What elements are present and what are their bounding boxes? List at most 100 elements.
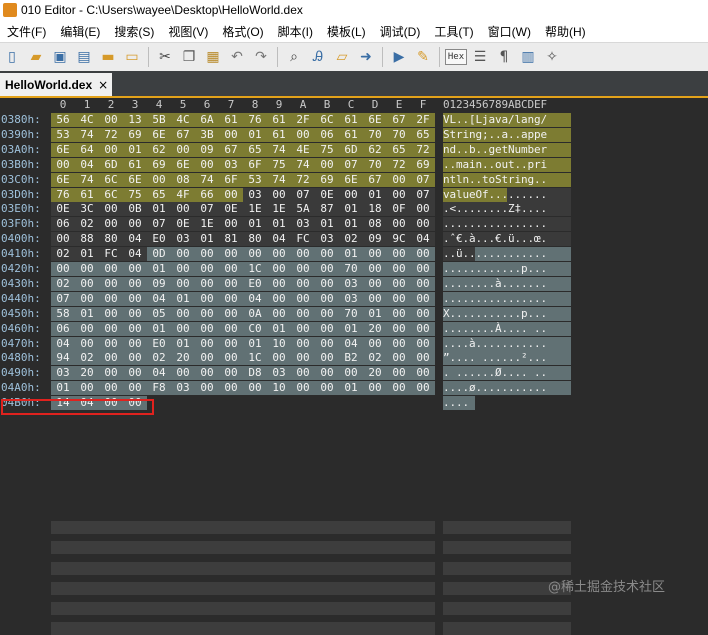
hex-byte[interactable]: 02	[147, 351, 171, 366]
hex-byte[interactable]: 00	[315, 262, 339, 276]
hex-byte[interactable]: 01	[147, 321, 171, 336]
hex-byte[interactable]: 00	[99, 142, 123, 157]
hex-byte[interactable]: 07	[339, 157, 363, 172]
hex-byte[interactable]: 00	[291, 127, 315, 142]
hex-byte[interactable]: 00	[291, 381, 315, 396]
hex-byte[interactable]: 00	[171, 247, 195, 262]
hex-byte[interactable]: 13	[123, 113, 147, 127]
hex-byte[interactable]: 4F	[171, 187, 195, 202]
folder-icon[interactable]: ▬	[97, 46, 119, 68]
hex-byte[interactable]: 01	[363, 187, 387, 202]
ascii-text[interactable]: ..main..out..pri	[443, 157, 571, 172]
hex-byte[interactable]: 01	[243, 127, 267, 142]
hex-byte[interactable]: 00	[99, 306, 123, 321]
hex-byte[interactable]: 02	[363, 351, 387, 366]
hex-byte[interactable]: FC	[291, 232, 315, 247]
hex-byte[interactable]: 00	[363, 336, 387, 351]
hex-byte[interactable]: 88	[75, 232, 99, 247]
hex-byte[interactable]: 00	[51, 262, 75, 276]
hex-byte[interactable]: 00	[195, 157, 219, 172]
hex-byte[interactable]: 00	[75, 291, 99, 306]
menu-help[interactable]: 帮助(H)	[538, 23, 593, 40]
hex-byte[interactable]: 01	[339, 381, 363, 396]
hex-byte[interactable]: 08	[363, 217, 387, 232]
ascii-text[interactable]: ........À.... ..	[443, 321, 571, 336]
hex-byte[interactable]: 00	[363, 381, 387, 396]
replace-icon[interactable]: Ꭿ	[307, 46, 329, 68]
hex-byte[interactable]: 07	[195, 202, 219, 217]
menu-file[interactable]: 文件(F)	[0, 23, 53, 40]
ascii-text[interactable]: ....ø...........	[443, 381, 571, 396]
hex-byte[interactable]: 00	[123, 217, 147, 232]
hex-byte[interactable]: 74	[267, 172, 291, 187]
hex-byte[interactable]: 01	[171, 291, 195, 306]
ascii-text[interactable]: . ......Ø.... ..	[443, 366, 571, 381]
copy-icon[interactable]: ❐	[178, 46, 200, 68]
hex-byte[interactable]: 00	[219, 291, 243, 306]
hex-byte[interactable]: 00	[195, 336, 219, 351]
text-ruler-icon[interactable]: ☰	[469, 46, 491, 68]
hex-byte[interactable]: 4C	[171, 113, 195, 127]
hex-byte[interactable]: 0E	[315, 187, 339, 202]
hex-byte[interactable]: 72	[411, 142, 435, 157]
hex-byte[interactable]: 02	[339, 232, 363, 247]
hex-byte[interactable]: 03	[315, 232, 339, 247]
hex-byte[interactable]: 75	[315, 142, 339, 157]
hex-byte[interactable]: 00	[363, 276, 387, 291]
hex-byte[interactable]: 1C	[243, 262, 267, 276]
ascii-text[interactable]: ntln..toString..	[443, 172, 571, 187]
hex-byte[interactable]: 01	[123, 142, 147, 157]
ascii-text[interactable]: ................	[443, 217, 571, 232]
hex-byte[interactable]: 74	[291, 157, 315, 172]
hex-byte[interactable]: 6E	[339, 172, 363, 187]
hex-byte[interactable]: 00	[267, 351, 291, 366]
hex-byte[interactable]: 00	[387, 306, 411, 321]
hex-byte[interactable]: 01	[267, 217, 291, 232]
hex-byte[interactable]: 76	[51, 187, 75, 202]
hex-byte[interactable]: 03	[291, 217, 315, 232]
hex-byte[interactable]: 00	[267, 262, 291, 276]
menu-edit[interactable]: 编辑(E)	[53, 23, 107, 40]
hex-byte[interactable]: 00	[99, 202, 123, 217]
hex-byte[interactable]: 02	[51, 247, 75, 262]
ascii-text[interactable]: valueOf.........	[443, 187, 571, 202]
hex-byte[interactable]: 00	[99, 113, 123, 127]
hex-byte[interactable]: 00	[123, 276, 147, 291]
hex-byte[interactable]: 00	[411, 217, 435, 232]
hex-byte[interactable]: 01	[339, 321, 363, 336]
hex-byte[interactable]: 00	[315, 381, 339, 396]
hex-byte[interactable]: 5B	[147, 113, 171, 127]
hex-byte[interactable]: 72	[291, 172, 315, 187]
hex-byte[interactable]: 01	[339, 217, 363, 232]
hex-byte[interactable]: 00	[123, 336, 147, 351]
hex-byte[interactable]: 00	[411, 291, 435, 306]
hex-byte[interactable]: 67	[363, 172, 387, 187]
hex-byte[interactable]: 00	[315, 306, 339, 321]
hex-byte[interactable]: 00	[147, 172, 171, 187]
run-script-icon[interactable]: ▶	[388, 46, 410, 68]
hex-byte[interactable]: 9C	[387, 232, 411, 247]
multi-folder-icon[interactable]: ▭	[121, 46, 143, 68]
hex-byte[interactable]: 0E	[51, 202, 75, 217]
hex-byte[interactable]: 56	[51, 113, 75, 127]
hex-byte[interactable]: 00	[171, 142, 195, 157]
hex-byte[interactable]: 00	[99, 336, 123, 351]
ascii-text[interactable]: String;..a..appe	[443, 127, 571, 142]
hex-byte[interactable]: 04	[75, 157, 99, 172]
hex-byte[interactable]: 6F	[243, 157, 267, 172]
hex-byte[interactable]: 1E	[243, 202, 267, 217]
hex-byte[interactable]: 00	[219, 276, 243, 291]
hex-byte[interactable]: 00	[387, 247, 411, 262]
hex-byte[interactable]: FC	[99, 247, 123, 262]
hex-byte[interactable]: 00	[387, 172, 411, 187]
hex-byte[interactable]: 00	[315, 291, 339, 306]
hex-byte[interactable]: 87	[315, 202, 339, 217]
hex-byte[interactable]: 07	[291, 187, 315, 202]
hex-byte[interactable]: 01	[243, 336, 267, 351]
menu-tools[interactable]: 工具(T)	[427, 23, 480, 40]
hex-byte[interactable]: 18	[363, 202, 387, 217]
hex-byte[interactable]: 01	[363, 306, 387, 321]
hex-byte[interactable]: 94	[51, 351, 75, 366]
hex-byte[interactable]: 00	[387, 262, 411, 276]
goto-icon[interactable]: ➜	[355, 46, 377, 68]
